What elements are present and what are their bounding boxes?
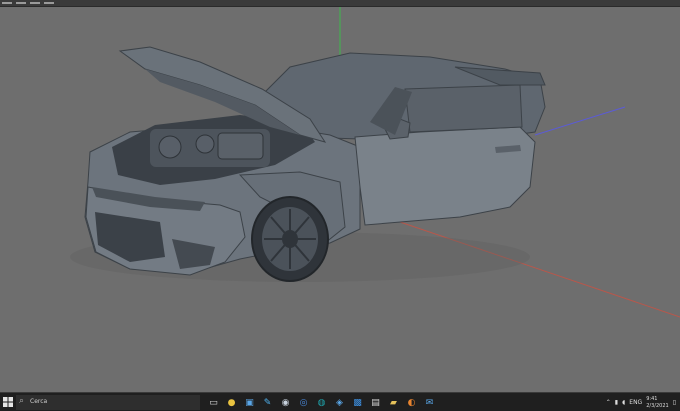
search-icon: ⌕ [19, 396, 25, 406]
clock-date: 2/3/2021 [646, 402, 669, 409]
z-axis-line [534, 106, 626, 136]
door-window-frame [404, 84, 523, 133]
paint-icon[interactable]: ✎ [260, 395, 275, 410]
clock-time: 9:41 [646, 395, 658, 402]
task-view-icon[interactable]: ▭ [206, 395, 221, 410]
taskbar-search-box[interactable]: ⌕ Cerca [16, 395, 200, 410]
menu-item[interactable] [30, 2, 40, 4]
clock[interactable]: 9:41 2/3/2021 [646, 396, 668, 410]
folder-icon[interactable]: ▰ [386, 395, 401, 410]
steam-icon[interactable]: ◉ [278, 395, 293, 410]
front-wheel [251, 196, 329, 282]
search-label: Cerca [30, 398, 48, 405]
application-window: ⌕ Cerca ▭ ● ▣ ✎ ◉ ◎ ◍ ◈ ▩ ▤ ▰ ◐ ✉ ⌃ ▮ ◖ … [0, 0, 680, 411]
3d-viewport[interactable] [0, 7, 680, 392]
open-door [354, 126, 536, 226]
network-icon[interactable]: ▮ [615, 399, 618, 406]
volume-icon[interactable]: ◖ [622, 399, 625, 406]
menu-item[interactable] [16, 2, 26, 4]
engine-intake [195, 134, 215, 154]
blender-icon[interactable]: ◐ [404, 395, 419, 410]
windows-taskbar: ⌕ Cerca ▭ ● ▣ ✎ ◉ ◎ ◍ ◈ ▩ ▤ ▰ ◐ ✉ ⌃ ▮ ◖ … [0, 392, 680, 411]
system-tray: ⌃ ▮ ◖ ENG 9:41 2/3/2021 ▯ [606, 395, 676, 410]
menu-item[interactable] [2, 2, 12, 4]
file-explorer-icon[interactable]: ▣ [242, 395, 257, 410]
store-icon[interactable]: ◈ [332, 395, 347, 410]
mail-icon[interactable]: ✉ [422, 395, 437, 410]
viewport-canvas [70, 7, 680, 318]
start-icon[interactable] [3, 396, 13, 408]
menu-items [2, 0, 54, 6]
edge-icon[interactable]: ◍ [314, 395, 329, 410]
engine-cover [217, 132, 264, 160]
notepad-icon[interactable]: ▤ [368, 395, 383, 410]
cinema4d-icon[interactable]: ◎ [296, 395, 311, 410]
notifications-icon[interactable]: ▯ [673, 399, 676, 406]
engine-intake [158, 135, 182, 159]
car-model[interactable] [70, 46, 546, 282]
chrome-icon[interactable]: ● [224, 395, 239, 410]
menu-bar [0, 0, 680, 7]
photoshop-icon[interactable]: ▩ [350, 395, 365, 410]
show-hidden-icons-icon[interactable]: ⌃ [606, 399, 611, 406]
pinned-apps: ▭ ● ▣ ✎ ◉ ◎ ◍ ◈ ▩ ▤ ▰ ◐ ✉ [206, 395, 437, 410]
menu-item[interactable] [44, 2, 54, 4]
language-indicator[interactable]: ENG [629, 399, 642, 406]
